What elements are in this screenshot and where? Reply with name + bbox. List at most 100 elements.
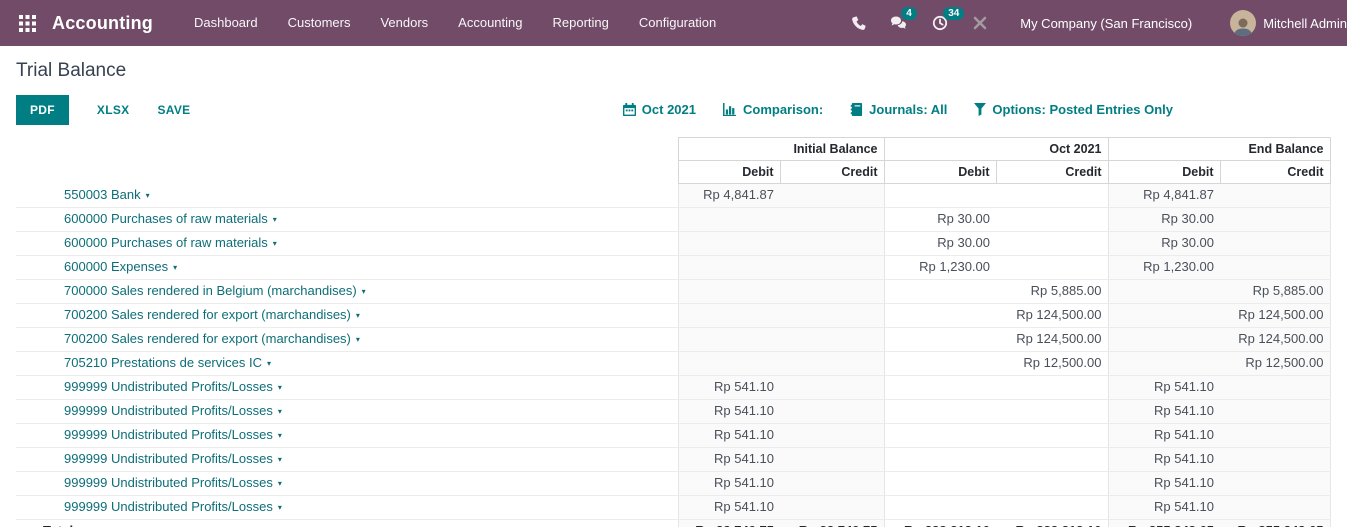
amount-cell [1220,447,1331,472]
phone-icon[interactable] [851,15,866,31]
table-row: 700200 Sales rendered for export (marcha… [16,327,1331,352]
amount-cell: Rp 124,500.00 [1220,327,1331,352]
amount-cell: Rp 541.10 [1107,447,1220,472]
apps-grid-icon[interactable] [14,10,40,36]
amount-cell [883,399,996,424]
chat-icon[interactable]: 4 [890,7,917,31]
comparison-filter[interactable]: Comparison: [723,102,823,117]
account-link[interactable]: 999999 Undistributed Profits/Losses [64,499,273,514]
menu-item-configuration[interactable]: Configuration [624,0,731,46]
total-period-credit: Rp 833,212.10 [996,519,1108,527]
topbar: Accounting Dashboard Customers Vendors Acco… [0,0,1347,46]
account-link[interactable]: 999999 Undistributed Profits/Losses [64,451,273,466]
bar-chart-icon [723,103,737,116]
options-filter[interactable]: Options: Posted Entries Only [974,102,1173,117]
chevron-down-icon[interactable]: ▾ [273,215,277,224]
account-link[interactable]: 700200 Sales rendered for export (marcha… [64,331,351,346]
col-header-debit: Debit [677,160,781,184]
account-link[interactable]: 999999 Undistributed Profits/Losses [64,475,273,490]
chevron-down-icon[interactable]: ▾ [362,287,366,296]
amount-cell: Rp 124,500.00 [996,303,1108,328]
account-cell: 999999 Undistributed Profits/Losses ▾ [16,423,678,448]
table-row: 600000 Expenses ▾ Rp 1,230.00 Rp 1,230.00 [16,255,1331,280]
account-link[interactable]: 550003 Bank [64,187,141,202]
user-menu[interactable]: Mitchell Admin [1230,10,1347,36]
account-cell: 550003 Bank ▾ [16,183,678,208]
amount-cell [1107,303,1220,328]
amount-cell [996,471,1108,496]
activity-clock-icon[interactable]: 34 [932,7,965,31]
chevron-down-icon[interactable]: ▾ [278,503,282,512]
tools-icon[interactable] [972,15,988,31]
total-label: Total [16,519,678,527]
account-cell: 999999 Undistributed Profits/Losses ▾ [16,447,678,472]
menu-item-customers[interactable]: Customers [273,0,366,46]
group-header-row: Initial Balance Oct 2021 End Balance [16,137,1331,161]
table-row: 999999 Undistributed Profits/Losses ▾ Rp 5… [16,423,1331,448]
table-body: 550003 Bank ▾ Rp 4,841.87 Rp 4,841.87 600000… [16,183,1331,520]
account-link[interactable]: 700000 Sales rendered in Belgium (marcha… [64,283,357,298]
amount-cell [780,279,884,304]
account-link[interactable]: 999999 Undistributed Profits/Losses [64,403,273,418]
account-link[interactable]: 999999 Undistributed Profits/Losses [64,427,273,442]
chevron-down-icon[interactable]: ▾ [356,335,360,344]
amount-cell: Rp 30.00 [1107,207,1220,232]
chevron-down-icon[interactable]: ▾ [278,383,282,392]
save-button[interactable]: SAVE [157,95,190,125]
amount-cell: Rp 541.10 [677,399,780,424]
menu-item-accounting[interactable]: Accounting [443,0,537,46]
amount-cell: Rp 1,230.00 [1107,255,1220,280]
options-filter-label: Options: Posted Entries Only [992,102,1173,117]
account-link[interactable]: 705210 Prestations de services IC [64,355,262,370]
amount-cell: Rp 541.10 [677,471,780,496]
account-cell: 999999 Undistributed Profits/Losses ▾ [16,399,678,424]
col-header-debit: Debit [883,160,997,184]
topbar-menu: Dashboard Customers Vendors Accounting Repor… [179,0,731,46]
comparison-filter-label: Comparison: [742,102,824,117]
total-period-debit: Rp 833,212.10 [883,519,996,527]
amount-cell [780,327,884,352]
messages-badge: 4 [901,7,917,20]
amount-cell [780,495,884,520]
chevron-down-icon[interactable]: ▾ [278,431,282,440]
total-initial-debit: Rp 32,749.75 [677,519,780,527]
amount-cell: Rp 541.10 [677,495,780,520]
chevron-down-icon[interactable]: ▾ [146,191,150,200]
amount-cell [1220,375,1331,400]
amount-cell: Rp 5,885.00 [1220,279,1331,304]
menu-item-dashboard[interactable]: Dashboard [179,0,273,46]
amount-cell [780,399,884,424]
chevron-down-icon[interactable]: ▾ [273,239,277,248]
table-row: 550003 Bank ▾ Rp 4,841.87 Rp 4,841.87 [16,183,1331,208]
chevron-down-icon[interactable]: ▾ [278,407,282,416]
menu-item-vendors[interactable]: Vendors [365,0,443,46]
total-end-credit: Rp 855,843.65 [1220,519,1331,527]
account-link[interactable]: 600000 Purchases of raw materials [64,211,268,226]
journals-filter[interactable]: Journals: All [850,102,947,117]
amount-cell [1220,423,1331,448]
app-name[interactable]: Accounting [52,13,153,34]
chevron-down-icon[interactable]: ▾ [278,455,282,464]
journal-book-icon [850,103,863,116]
amount-cell [996,495,1108,520]
amount-cell [996,183,1108,208]
company-switcher[interactable]: My Company (San Francisco) [1020,16,1192,31]
xlsx-button[interactable]: XLSX [97,95,130,125]
account-link[interactable]: 600000 Purchases of raw materials [64,235,268,250]
menu-item-reporting[interactable]: Reporting [538,0,624,46]
account-link[interactable]: 700200 Sales rendered for export (marcha… [64,307,351,322]
pdf-button[interactable]: PDF [16,94,69,125]
table-row: 999999 Undistributed Profits/Losses ▾ Rp 5… [16,471,1331,496]
amount-cell [780,231,884,256]
avatar[interactable] [1230,10,1257,36]
amount-cell [780,255,884,280]
account-link[interactable]: 600000 Expenses [64,259,168,274]
account-link[interactable]: 999999 Undistributed Profits/Losses [64,379,273,394]
chevron-down-icon[interactable]: ▾ [267,359,271,368]
date-filter[interactable]: Oct 2021 [622,102,696,117]
amount-cell [677,351,780,376]
chevron-down-icon[interactable]: ▾ [278,479,282,488]
amount-cell [1220,471,1331,496]
chevron-down-icon[interactable]: ▾ [356,311,360,320]
chevron-down-icon[interactable]: ▾ [173,263,177,272]
